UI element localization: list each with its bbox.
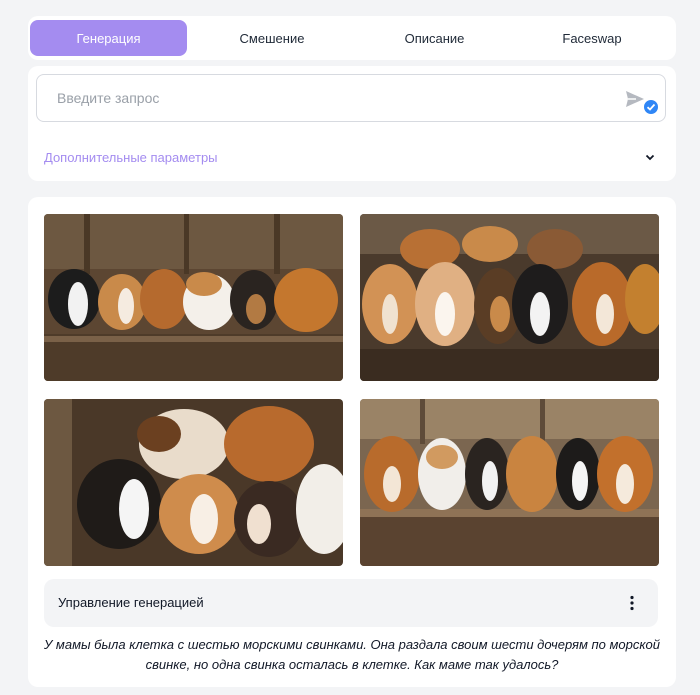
generation-control-panel[interactable]: Управление генерацией bbox=[44, 579, 658, 627]
tab-faceswap[interactable]: Faceswap bbox=[512, 20, 672, 56]
generated-image-2[interactable] bbox=[360, 214, 659, 381]
caption-line-2: свинке, но одна свинка осталась в клетке… bbox=[145, 657, 559, 672]
chevron-down-icon bbox=[645, 154, 655, 161]
generated-image-1[interactable] bbox=[44, 214, 343, 381]
generated-image-3[interactable] bbox=[44, 399, 343, 566]
advanced-params-label: Дополнительные параметры bbox=[44, 149, 218, 165]
tab-blend[interactable]: Смешение bbox=[187, 20, 357, 56]
generated-image-4[interactable] bbox=[360, 399, 659, 566]
gallery-card: Управление генерацией У мамы была клетка… bbox=[28, 197, 676, 687]
tab-describe[interactable]: Описание bbox=[357, 20, 512, 56]
prompt-input[interactable]: Введите запрос bbox=[36, 74, 666, 122]
mode-tabs: Генерация Смешение Описание Faceswap bbox=[28, 16, 676, 60]
tab-generation[interactable]: Генерация bbox=[30, 20, 187, 56]
caption-line-1: У мамы была клетка с шестью морскими сви… bbox=[44, 637, 660, 652]
prompt-caption: У мамы была клетка с шестью морскими сви… bbox=[28, 635, 676, 675]
prompt-placeholder: Введите запрос bbox=[57, 90, 160, 106]
generation-control-title: Управление генерацией bbox=[58, 595, 204, 610]
advanced-params-toggle[interactable]: Дополнительные параметры bbox=[44, 148, 656, 166]
check-icon bbox=[642, 98, 660, 116]
more-vertical-icon[interactable] bbox=[626, 594, 638, 612]
prompt-card: Введите запрос Дополнительные параметры bbox=[28, 66, 676, 181]
